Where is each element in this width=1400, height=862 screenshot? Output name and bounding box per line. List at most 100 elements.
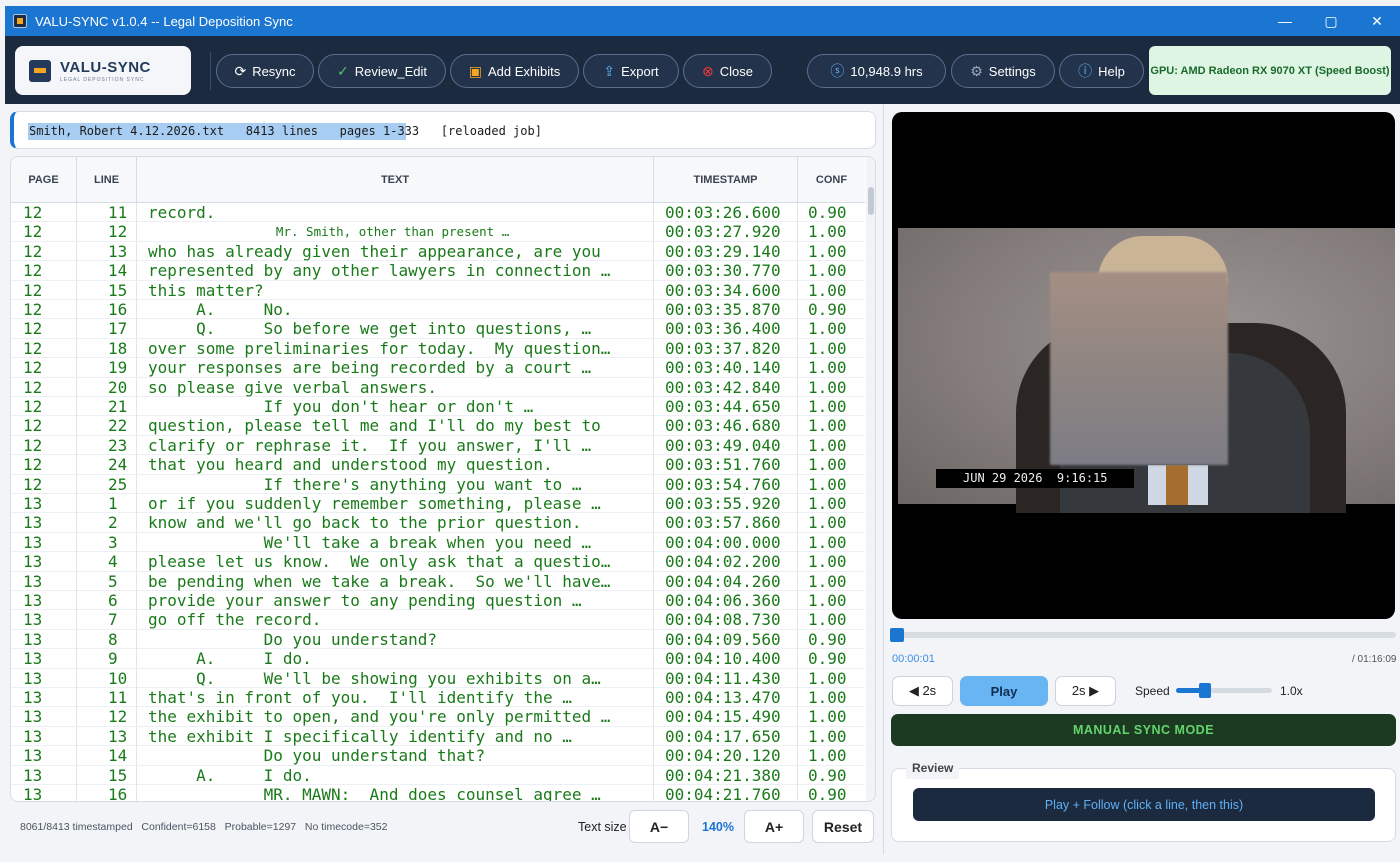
manual-sync-mode-button[interactable]: MANUAL SYNC MODE: [891, 714, 1396, 746]
resync-label: Resync: [252, 63, 296, 79]
table-row[interactable]: 12 14 represented by any other lawyers in …: [11, 261, 865, 281]
resync-button[interactable]: ⟳ Resync: [216, 54, 314, 88]
reset-text-button[interactable]: Reset: [812, 810, 874, 843]
review-edit-label: Review_Edit: [354, 63, 427, 79]
play-follow-button[interactable]: Play + Follow (click a line, then this): [913, 788, 1375, 821]
forward-2s-button[interactable]: 2s ▶: [1055, 676, 1116, 706]
video-player[interactable]: JUN 29 2026 9:16:15: [892, 112, 1395, 619]
minimize-button[interactable]: —: [1262, 6, 1308, 36]
table-row[interactable]: 12 25 If there's anything you want to … 00…: [11, 474, 865, 494]
cell-text: Do you understand that?: [137, 746, 654, 766]
table-row[interactable]: 12 22 question, please tell me and I'll do…: [11, 416, 865, 436]
table-row[interactable]: 12 16 A. No. 00:03:35.870 0.90: [11, 300, 865, 320]
table-row[interactable]: 13 5 be pending when we take a break. So w…: [11, 571, 865, 591]
column-header-text[interactable]: TEXT: [137, 157, 654, 203]
decrease-text-button[interactable]: A−: [629, 810, 689, 843]
table-scrollbar[interactable]: [866, 157, 875, 801]
cell-text: your responses are being recorded by a c…: [137, 358, 654, 378]
export-button[interactable]: ⇪ Export: [583, 54, 679, 88]
settings-button[interactable]: ⚙ Settings: [951, 54, 1055, 88]
table-row[interactable]: 13 4 please let us know. We only ask that …: [11, 552, 865, 572]
column-header-conf[interactable]: CONF: [798, 157, 865, 203]
cell-line: 13: [77, 726, 137, 746]
cell-text: over some preliminaries for today. My qu…: [137, 338, 654, 358]
speed-slider-thumb[interactable]: [1198, 683, 1211, 698]
cell-conf: 1.00: [808, 668, 847, 688]
table-row[interactable]: 12 19 your responses are being recorded by…: [11, 358, 865, 378]
progress-knob[interactable]: [890, 628, 905, 642]
cell-text: be pending when we take a break. So we'l…: [137, 571, 654, 591]
table-row[interactable]: 13 11 that's in front of you. I'll identif…: [11, 688, 865, 708]
speed-value: 1.0x: [1280, 684, 1303, 698]
table-row[interactable]: 12 13 who has already given their appearan…: [11, 241, 865, 262]
pane-splitter[interactable]: [883, 104, 884, 854]
cell-line: 21: [77, 397, 137, 416]
cell-conf: 1.00: [808, 552, 847, 572]
cell-conf: 1.00: [808, 610, 847, 630]
speed-slider[interactable]: [1176, 683, 1272, 698]
close-circle-icon: ⊗: [702, 62, 714, 79]
table-row[interactable]: 13 12 the exhibit to open, and you're only…: [11, 707, 865, 727]
cell-line: 15: [77, 280, 137, 300]
table-row[interactable]: 13 15 A. I do. 00:04:21.380 0.90: [11, 765, 865, 785]
duration: / 01:16:09: [1352, 654, 1397, 665]
table-row[interactable]: 12 17 Q. So before we get into questions,…: [11, 319, 865, 339]
cell-page: 13: [11, 746, 77, 766]
cell-line: 12: [77, 707, 137, 727]
review-edit-button[interactable]: ✓ Review_Edit: [318, 54, 446, 88]
hours-indicator[interactable]: ⓢ 10,948.9 hrs: [807, 54, 946, 88]
table-row[interactable]: 13 9 A. I do. 00:04:10.400 0.90: [11, 649, 865, 669]
column-header-timestamp[interactable]: TIMESTAMP: [654, 157, 798, 203]
table-row[interactable]: 13 14 Do you understand that? 00:04:20.120…: [11, 746, 865, 766]
cell-conf: 1.00: [808, 416, 847, 436]
maximize-button[interactable]: ▢: [1308, 6, 1354, 36]
table-row[interactable]: 12 18 over some preliminaries for today. M…: [11, 338, 865, 359]
column-header-line[interactable]: LINE: [77, 157, 137, 203]
column-header-page[interactable]: PAGE: [11, 157, 77, 203]
table-row[interactable]: 13 16 MR. MAWN: And does counsel agree … 0…: [11, 785, 865, 801]
cell-line: 2: [77, 513, 137, 533]
play-button[interactable]: Play: [960, 676, 1048, 706]
table-row[interactable]: 13 10 Q. We'll be showing you exhibits on…: [11, 668, 865, 688]
file-info-bar[interactable]: Smith, Robert 4.12.2026.txt 8413 lines p…: [10, 111, 876, 149]
help-label: Help: [1098, 63, 1125, 79]
table-row[interactable]: 13 3 We'll take a break when you need … 00…: [11, 532, 865, 553]
cell-conf: 1.00: [808, 532, 847, 552]
table-row[interactable]: 12 11 record. 00:03:26.600 0.90: [11, 203, 865, 223]
scrollbar-thumb[interactable]: [868, 187, 874, 215]
table-row[interactable]: 12 15 this matter? 00:03:34.600 1.00: [11, 280, 865, 300]
cell-line: 15: [77, 765, 137, 785]
table-row[interactable]: 13 7 go off the record. 00:04:08.730 1.00: [11, 610, 865, 630]
cell-page: 13: [11, 552, 77, 572]
close-button[interactable]: ⊗ Close: [683, 54, 772, 88]
cell-page: 13: [11, 726, 77, 746]
window-close-button[interactable]: ✕: [1354, 6, 1400, 36]
cell-text: clarify or rephrase it. If you answer, I…: [137, 435, 654, 455]
cell-page: 12: [11, 241, 77, 261]
table-row[interactable]: 12 20 so please give verbal answers. 00:03:…: [11, 377, 865, 397]
file-info-text[interactable]: Smith, Robert 4.12.2026.txt 8413 lines p…: [29, 124, 542, 138]
increase-text-button[interactable]: A+: [744, 810, 804, 843]
table-row[interactable]: 12 12 Mr. Smith, other than present … 00:0…: [11, 222, 865, 242]
table-row[interactable]: 12 24 that you heard and understood my que…: [11, 455, 865, 475]
cell-text: please let us know. We only ask that a q…: [137, 552, 654, 572]
table-row[interactable]: 13 6 provide your answer to any pending qu…: [11, 591, 865, 611]
back-2s-button[interactable]: ◀ 2s: [892, 676, 953, 706]
cell-line: 1: [77, 494, 137, 513]
table-row[interactable]: 12 23 clarify or rephrase it. If you answe…: [11, 435, 865, 456]
help-button[interactable]: ⓘ Help: [1059, 54, 1144, 88]
cell-page: 13: [11, 765, 77, 785]
cell-conf: 1.00: [808, 377, 847, 397]
cell-page: 13: [11, 785, 77, 801]
table-row[interactable]: 13 8 Do you understand? 00:04:09.560 0.90: [11, 629, 865, 650]
table-row[interactable]: 12 21 If you don't hear or don't … 00:03:4…: [11, 397, 865, 417]
add-exhibits-button[interactable]: ▣ Add Exhibits: [450, 54, 579, 88]
video-progress-bar[interactable]: [890, 628, 1396, 642]
table-row[interactable]: 13 1 or if you suddenly remember something…: [11, 494, 865, 514]
table-row[interactable]: 13 2 know and we'll go back to the prior q…: [11, 513, 865, 533]
hours-value: 10,948.9 hrs: [850, 63, 923, 79]
cell-conf: 1.00: [808, 241, 847, 261]
file-info-suffix: [reloaded job]: [419, 124, 542, 138]
cell-page: 12: [11, 358, 77, 378]
table-row[interactable]: 13 13 the exhibit I specifically identify …: [11, 726, 865, 747]
